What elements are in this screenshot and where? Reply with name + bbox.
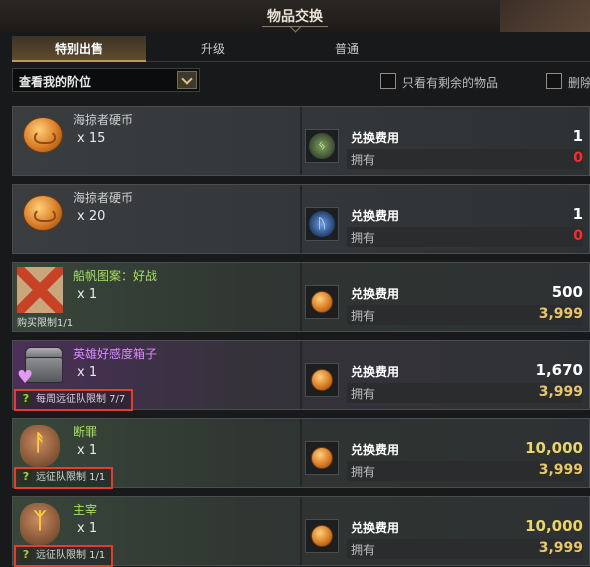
cost-line: 兑换费用 1 [347, 127, 583, 147]
own-label: 拥有 [351, 387, 376, 401]
own-label: 拥有 [351, 543, 376, 557]
chevron-down-icon[interactable] [177, 71, 197, 89]
own-value: 3,999 [538, 306, 583, 322]
own-value: 0 [573, 150, 583, 166]
delete-label: 删除 [568, 76, 590, 90]
expedition-limit-box: ? 远征队限制 1/1 [14, 545, 114, 567]
rank-dropdown-value: 查看我的阶位 [19, 75, 92, 89]
own-label: 拥有 [351, 231, 376, 245]
list-item[interactable]: 船帆图案：好战 x 1 购买限制1/1 兑换费用 500 拥有 3,999 [12, 262, 590, 332]
expedition-limit-box: ? 远征队限制 1/1 [14, 467, 114, 489]
item-quantity: x 20 [77, 209, 106, 224]
title-ornament [262, 26, 328, 30]
delete-checkbox[interactable] [546, 73, 562, 89]
rank-dropdown[interactable]: 查看我的阶位 [12, 68, 200, 92]
item-quantity: x 1 [77, 365, 98, 380]
help-icon[interactable]: ? [20, 548, 32, 562]
rune-icon: ᚨ [17, 423, 63, 469]
cost-line: 兑换费用 10,000 [347, 517, 583, 537]
list-item[interactable]: ♥ 英雄好感度箱子 x 1 ? 每周远征队限制 7/7 兑换费用 1,670 拥有… [12, 340, 590, 411]
own-value: 3,999 [538, 462, 583, 478]
item-name: 英雄好感度箱子 [73, 347, 158, 361]
item-name: 主宰 [73, 503, 98, 517]
own-line: 拥有 3,999 [347, 383, 583, 403]
help-icon[interactable]: ? [20, 470, 32, 484]
item-name: 海掠者硬币 [73, 191, 134, 205]
cost-value: 1 [572, 127, 583, 145]
own-value: 3,999 [538, 540, 583, 556]
title-bar: 物品交换 [0, 0, 590, 32]
weekly-limit-box: ? 每周远征队限制 7/7 [14, 389, 134, 411]
own-label: 拥有 [351, 309, 376, 323]
list-item[interactable]: 海掠者硬币 x 15 ᛃ 兑换费用 1 拥有 0 [12, 106, 590, 176]
list-item[interactable]: 海掠者硬币 x 20 ᚢ 兑换费用 1 拥有 0 [12, 184, 590, 254]
expedition-limit-text: 远征队限制 1/1 [36, 472, 106, 483]
tab-upgrade[interactable]: 升级 [146, 36, 280, 62]
cost-value: 500 [551, 283, 583, 301]
own-label: 拥有 [351, 465, 376, 479]
own-label: 拥有 [351, 153, 376, 167]
sail-pattern-icon [17, 267, 63, 313]
tab-special-sale[interactable]: 特别出售 [12, 36, 146, 62]
heart-icon: ♥ [17, 367, 34, 388]
coin-icon [305, 441, 339, 475]
cost-line: 兑换费用 500 [347, 283, 583, 303]
coin-icon [17, 111, 65, 159]
item-name: 断罪 [73, 425, 98, 439]
chest-icon: ♥ [17, 343, 65, 391]
coin-icon [17, 189, 65, 237]
cost-line: 兑换费用 1,670 [347, 361, 583, 381]
cost-label: 兑换费用 [351, 209, 400, 223]
weekly-limit-text: 每周远征队限制 7/7 [36, 394, 126, 405]
cost-label: 兑换费用 [351, 365, 400, 379]
own-line: 拥有 0 [347, 227, 583, 247]
list-item[interactable]: ᚨ 断罪 x 1 ? 远征队限制 1/1 兑换费用 10,000 拥有 3,999 [12, 418, 590, 489]
tab-bar: 特别出售 升级 普通 [12, 36, 590, 62]
cost-line: 兑换费用 10,000 [347, 439, 583, 459]
purchase-limit: 购买限制1/1 [17, 318, 74, 329]
cost-label: 兑换费用 [351, 131, 400, 145]
item-quantity: x 1 [77, 443, 98, 458]
own-line: 拥有 3,999 [347, 305, 583, 325]
item-quantity: x 15 [77, 131, 106, 146]
item-name: 海掠者硬币 [73, 113, 134, 127]
remaining-only-checkbox[interactable] [380, 73, 396, 89]
help-icon[interactable]: ? [20, 392, 32, 406]
tab-normal[interactable]: 普通 [280, 36, 414, 62]
cost-label: 兑换费用 [351, 443, 400, 457]
item-quantity: x 1 [77, 287, 98, 302]
remaining-only-label: 只看有剩余的物品 [402, 76, 499, 90]
cost-label: 兑换费用 [351, 287, 400, 301]
coin-icon [305, 285, 339, 319]
item-name: 船帆图案：好战 [73, 269, 158, 283]
own-value: 0 [573, 228, 583, 244]
cost-value: 1,670 [535, 361, 583, 379]
own-value: 3,999 [538, 384, 583, 400]
cost-value: 10,000 [525, 517, 583, 535]
rune-icon: ᛉ [17, 501, 63, 547]
own-line: 拥有 3,999 [347, 539, 583, 559]
list-item[interactable]: ᛉ 主宰 x 1 ? 远征队限制 1/1 兑换费用 10,000 拥有 3,999 [12, 496, 590, 567]
coin-icon [305, 519, 339, 553]
coin-icon [305, 363, 339, 397]
green-rune-icon: ᛃ [305, 129, 339, 163]
cost-line: 兑换费用 1 [347, 205, 583, 225]
cost-label: 兑换费用 [351, 521, 400, 535]
cost-value: 1 [572, 205, 583, 223]
expedition-limit-text: 远征队限制 1/1 [36, 550, 106, 561]
own-line: 拥有 3,999 [347, 461, 583, 481]
cost-value: 10,000 [525, 439, 583, 457]
item-quantity: x 1 [77, 521, 98, 536]
blue-rune-icon: ᚢ [305, 207, 339, 241]
own-line: 拥有 0 [347, 149, 583, 169]
